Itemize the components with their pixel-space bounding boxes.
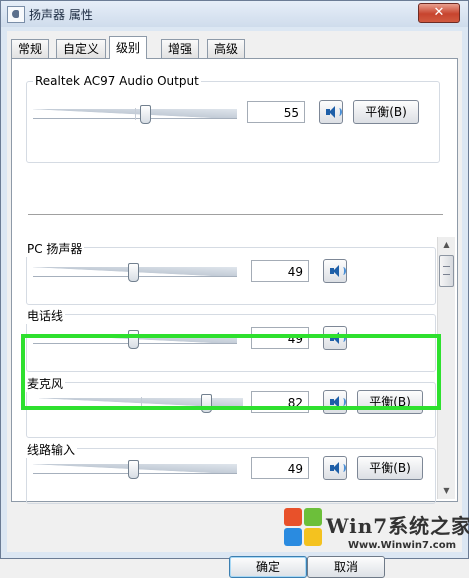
balance-button[interactable]: 平衡(B) — [357, 456, 423, 480]
balance-button[interactable]: 平衡(B) — [353, 100, 419, 124]
device-group-realtek: Realtek AC97 Audio Output 55 平衡(B) — [26, 74, 440, 163]
close-button[interactable]: ✕ — [418, 3, 460, 23]
volume-slider[interactable] — [33, 261, 237, 283]
slider-thumb[interactable] — [140, 105, 152, 124]
mute-button[interactable] — [323, 259, 347, 283]
speaker-icon — [326, 106, 342, 118]
watermark: Win7系统之家 Www.Winwin7.com — [284, 504, 469, 560]
volume-slider[interactable] — [33, 103, 237, 125]
device-group-pc-speaker: PC 扬声器 49 — [25, 240, 436, 305]
window-title: 扬声器 属性 — [29, 8, 93, 22]
windows-flag-icon — [284, 508, 324, 548]
dialog-client-area: 常规 自定义 级别 增强 高级 Realtek AC97 Audio Outpu… — [7, 31, 462, 578]
scroll-down-arrow-icon[interactable]: ▼ — [438, 483, 455, 499]
slider-tick — [135, 108, 136, 120]
watermark-brand: Win7系统之家 — [326, 514, 469, 538]
tab-general[interactable]: 常规 — [11, 39, 50, 58]
tab-advanced[interactable]: 高级 — [207, 39, 246, 58]
tab-levels[interactable]: 级别 — [109, 36, 148, 59]
volume-value[interactable]: 49 — [251, 457, 309, 479]
device-label: Realtek AC97 Audio Output — [33, 74, 201, 88]
speaker-properties-window: 扬声器 属性 ✕ 常规 自定义 级别 增强 高级 Realtek AC97 Au… — [0, 0, 469, 578]
tab-custom[interactable]: 自定义 — [56, 39, 107, 58]
title-bar[interactable]: 扬声器 属性 ✕ — [1, 1, 468, 27]
separator — [28, 214, 443, 216]
mute-button[interactable] — [319, 100, 343, 124]
levels-panel: Realtek AC97 Audio Output 55 平衡(B) PC 扬声… — [11, 58, 458, 504]
watermark-url: Www.Winwin7.com — [348, 540, 457, 551]
mute-button[interactable] — [323, 456, 347, 480]
scroll-up-arrow-icon[interactable]: ▲ — [438, 237, 455, 253]
device-label: 电话线 — [25, 307, 66, 324]
scrollbar-thumb[interactable] — [439, 255, 454, 287]
speaker-icon — [330, 462, 346, 474]
speaker-icon — [330, 265, 346, 277]
tab-enhancements[interactable]: 增强 — [161, 39, 200, 58]
volume-value[interactable]: 55 — [247, 101, 305, 123]
speaker-app-icon — [7, 6, 25, 23]
volume-value[interactable]: 49 — [251, 260, 309, 282]
device-label: PC 扬声器 — [25, 240, 85, 257]
volume-slider[interactable] — [33, 458, 237, 480]
slider-thumb[interactable] — [127, 460, 139, 479]
microphone-highlight-box — [21, 334, 441, 410]
slider-thumb[interactable] — [127, 263, 139, 282]
device-label: 线路输入 — [25, 441, 78, 458]
device-group-line-in: 线路输入 49 平衡(B) — [25, 441, 436, 504]
